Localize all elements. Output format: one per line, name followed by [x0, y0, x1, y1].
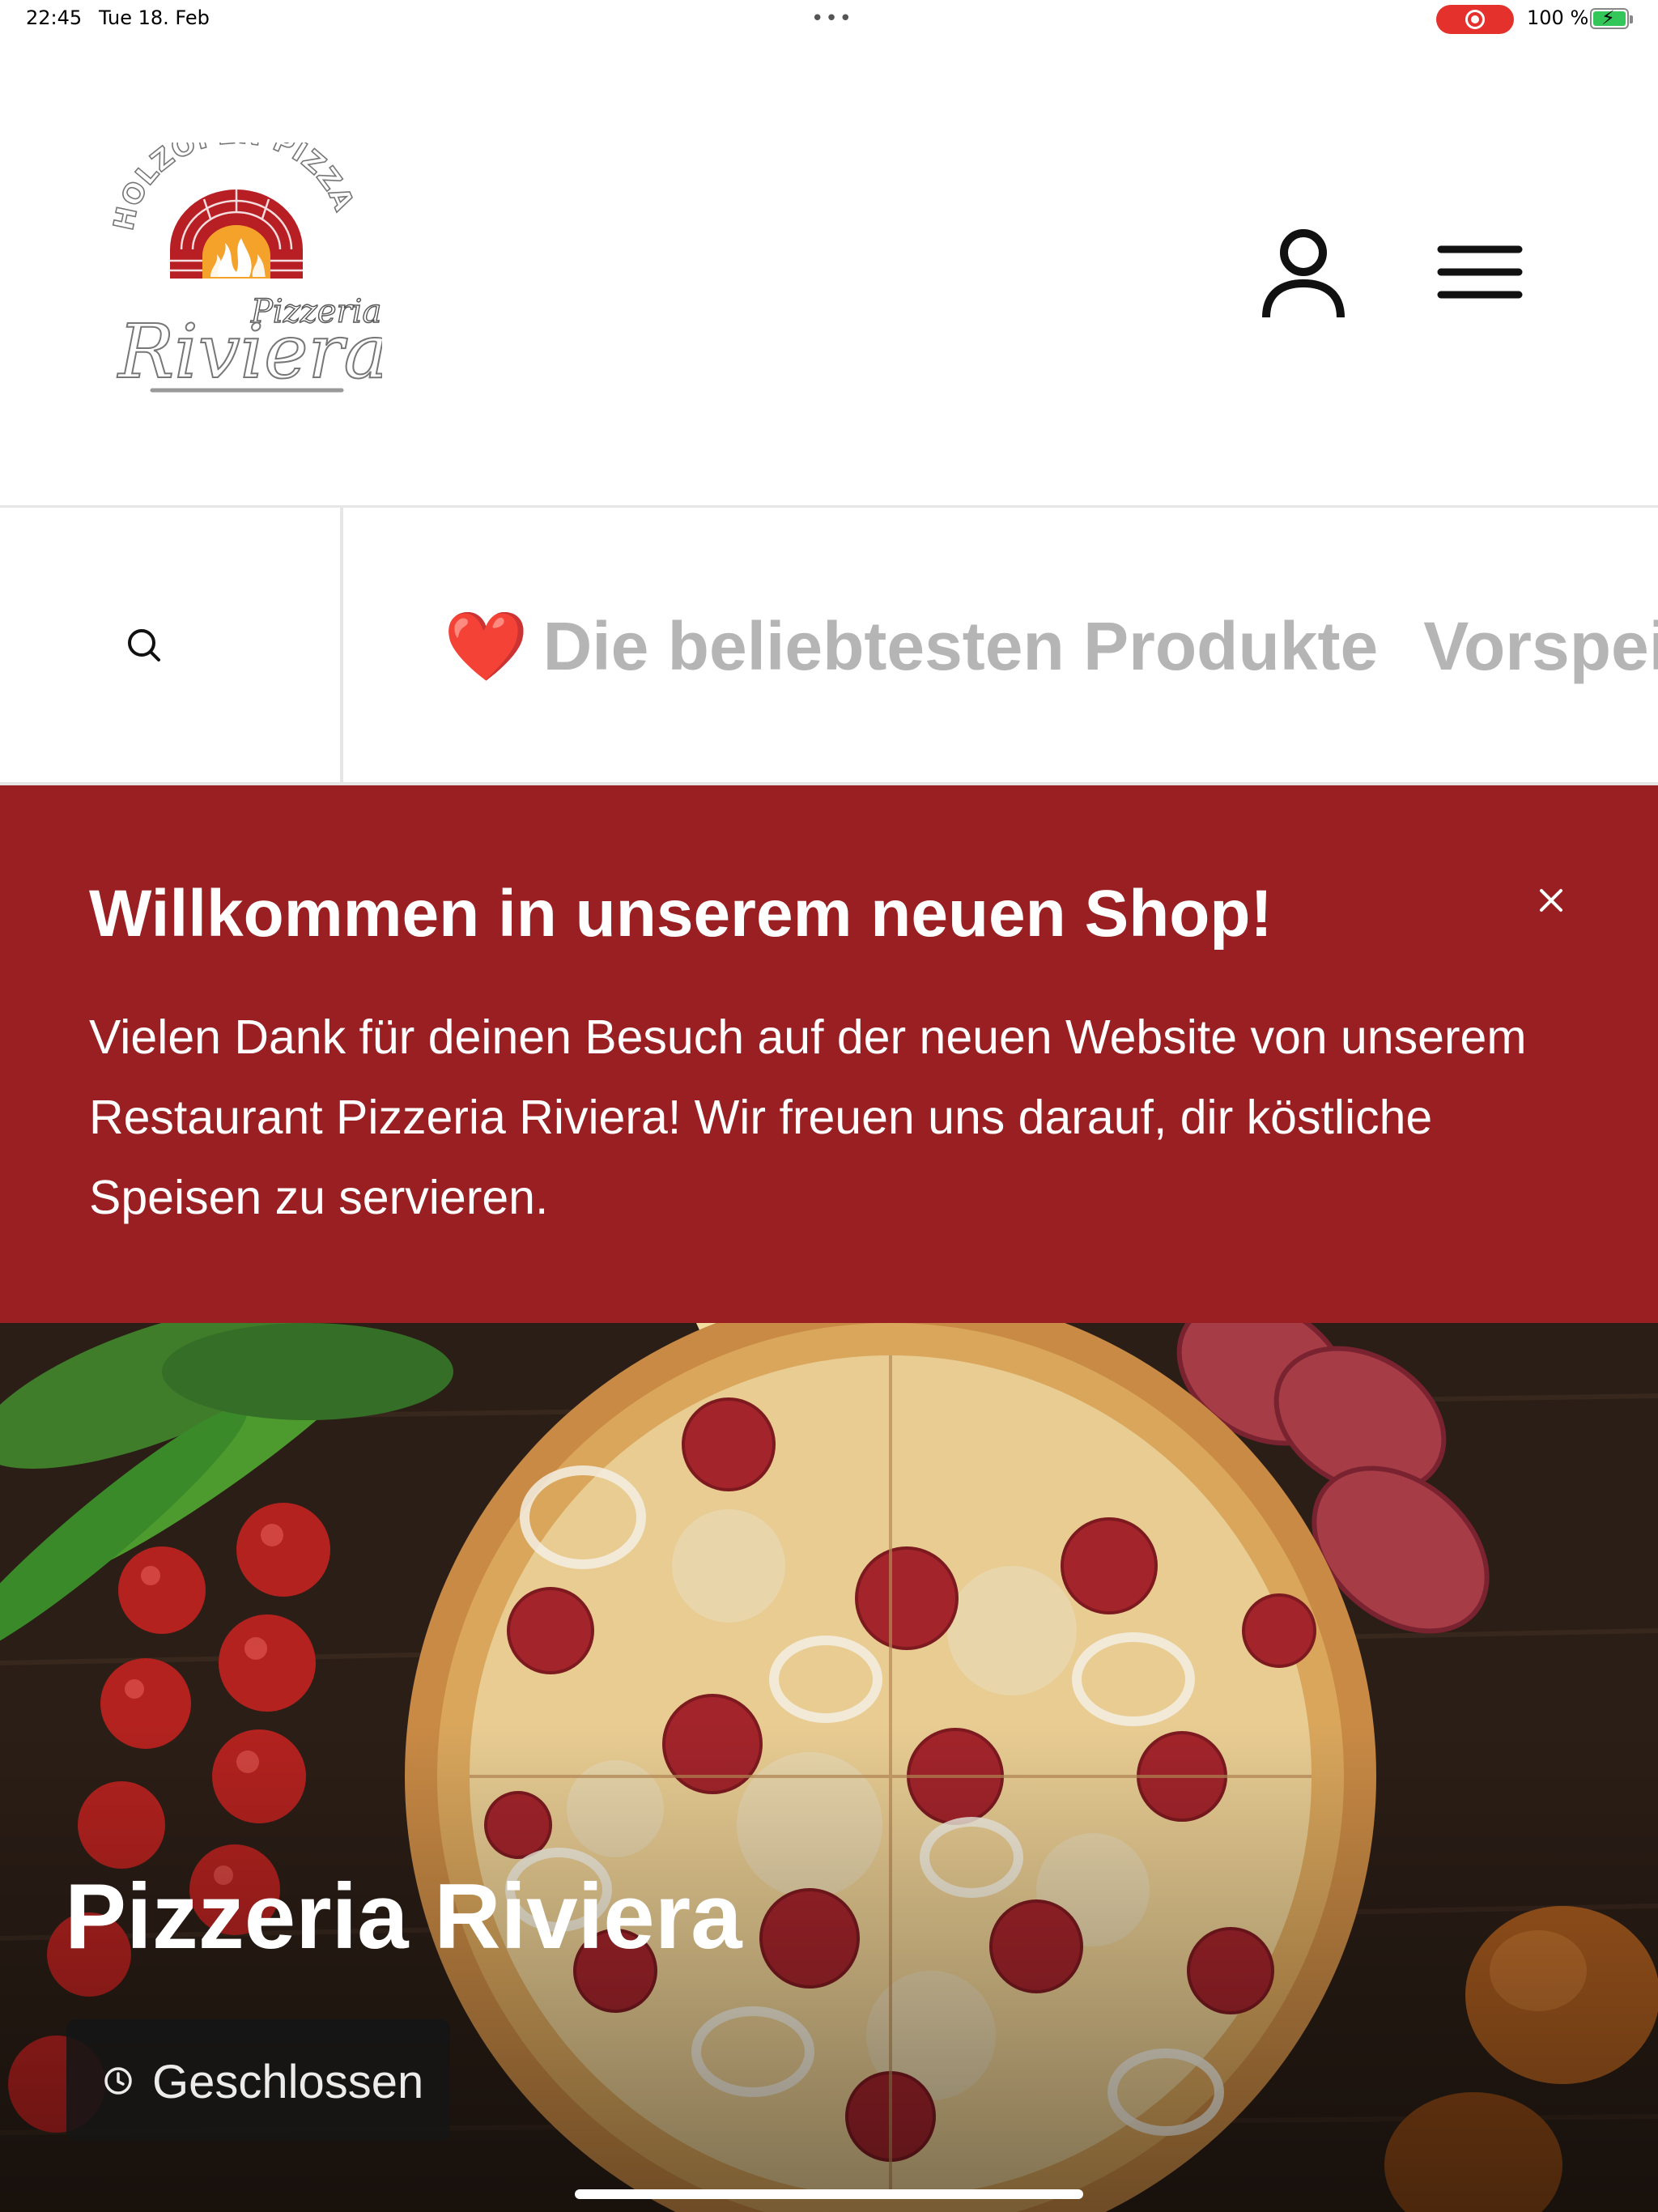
category-list: ❤️ Die beliebtesten Produkte Vorspei: [444, 606, 1658, 687]
status-date: Tue 18. Feb: [99, 6, 210, 29]
search-button[interactable]: [0, 508, 343, 782]
status-bar: 22:45 Tue 18. Feb ••• 100 % ⚡: [0, 0, 1658, 39]
home-indicator[interactable]: [575, 2189, 1083, 2199]
person-icon[interactable]: [1258, 228, 1347, 321]
banner-title: Willkommen in unserem neuen Shop!: [89, 877, 1273, 951]
heart-icon: ❤️: [444, 606, 529, 686]
status-time: 22:45: [26, 6, 83, 29]
hero-title: Pizzeria Riviera: [65, 1865, 742, 1968]
close-icon[interactable]: [1535, 884, 1567, 917]
welcome-banner: Willkommen in unserem neuen Shop! Vielen…: [0, 785, 1658, 1323]
category-tab-vorspeisen[interactable]: Vorspei: [1423, 607, 1658, 686]
category-bar: ❤️ Die beliebtesten Produkte Vorspei: [0, 505, 1658, 785]
banner-text: Vielen Dank für deinen Besuch auf der ne…: [89, 1010, 1527, 1224]
pizzeria-riviera-logo[interactable]: HOLZOFEN PIZZA Pizzeria Riviera: [107, 117, 389, 402]
clock-icon: [104, 2067, 132, 2095]
category-label: Vorspei: [1423, 608, 1658, 684]
hamburger-icon[interactable]: [1435, 241, 1524, 306]
opening-status-badge[interactable]: Geschlossen: [66, 2019, 450, 2141]
battery-charging-icon: ⚡: [1590, 6, 1633, 29]
search-icon: [128, 629, 160, 661]
category-label: Die beliebtesten Produkte: [542, 608, 1379, 684]
category-tab-popular[interactable]: ❤️ Die beliebtesten Produkte: [444, 606, 1378, 687]
opening-status-label: Geschlossen: [152, 2056, 424, 2108]
screen-recording-icon[interactable]: [1436, 5, 1514, 34]
svg-text:Riviera: Riviera: [117, 308, 382, 395]
multitasking-dots-icon[interactable]: •••: [811, 6, 853, 31]
hero-section: Pizzeria Riviera Geschlossen: [0, 1323, 1658, 2212]
battery-percentage: 100 %: [1527, 6, 1589, 29]
